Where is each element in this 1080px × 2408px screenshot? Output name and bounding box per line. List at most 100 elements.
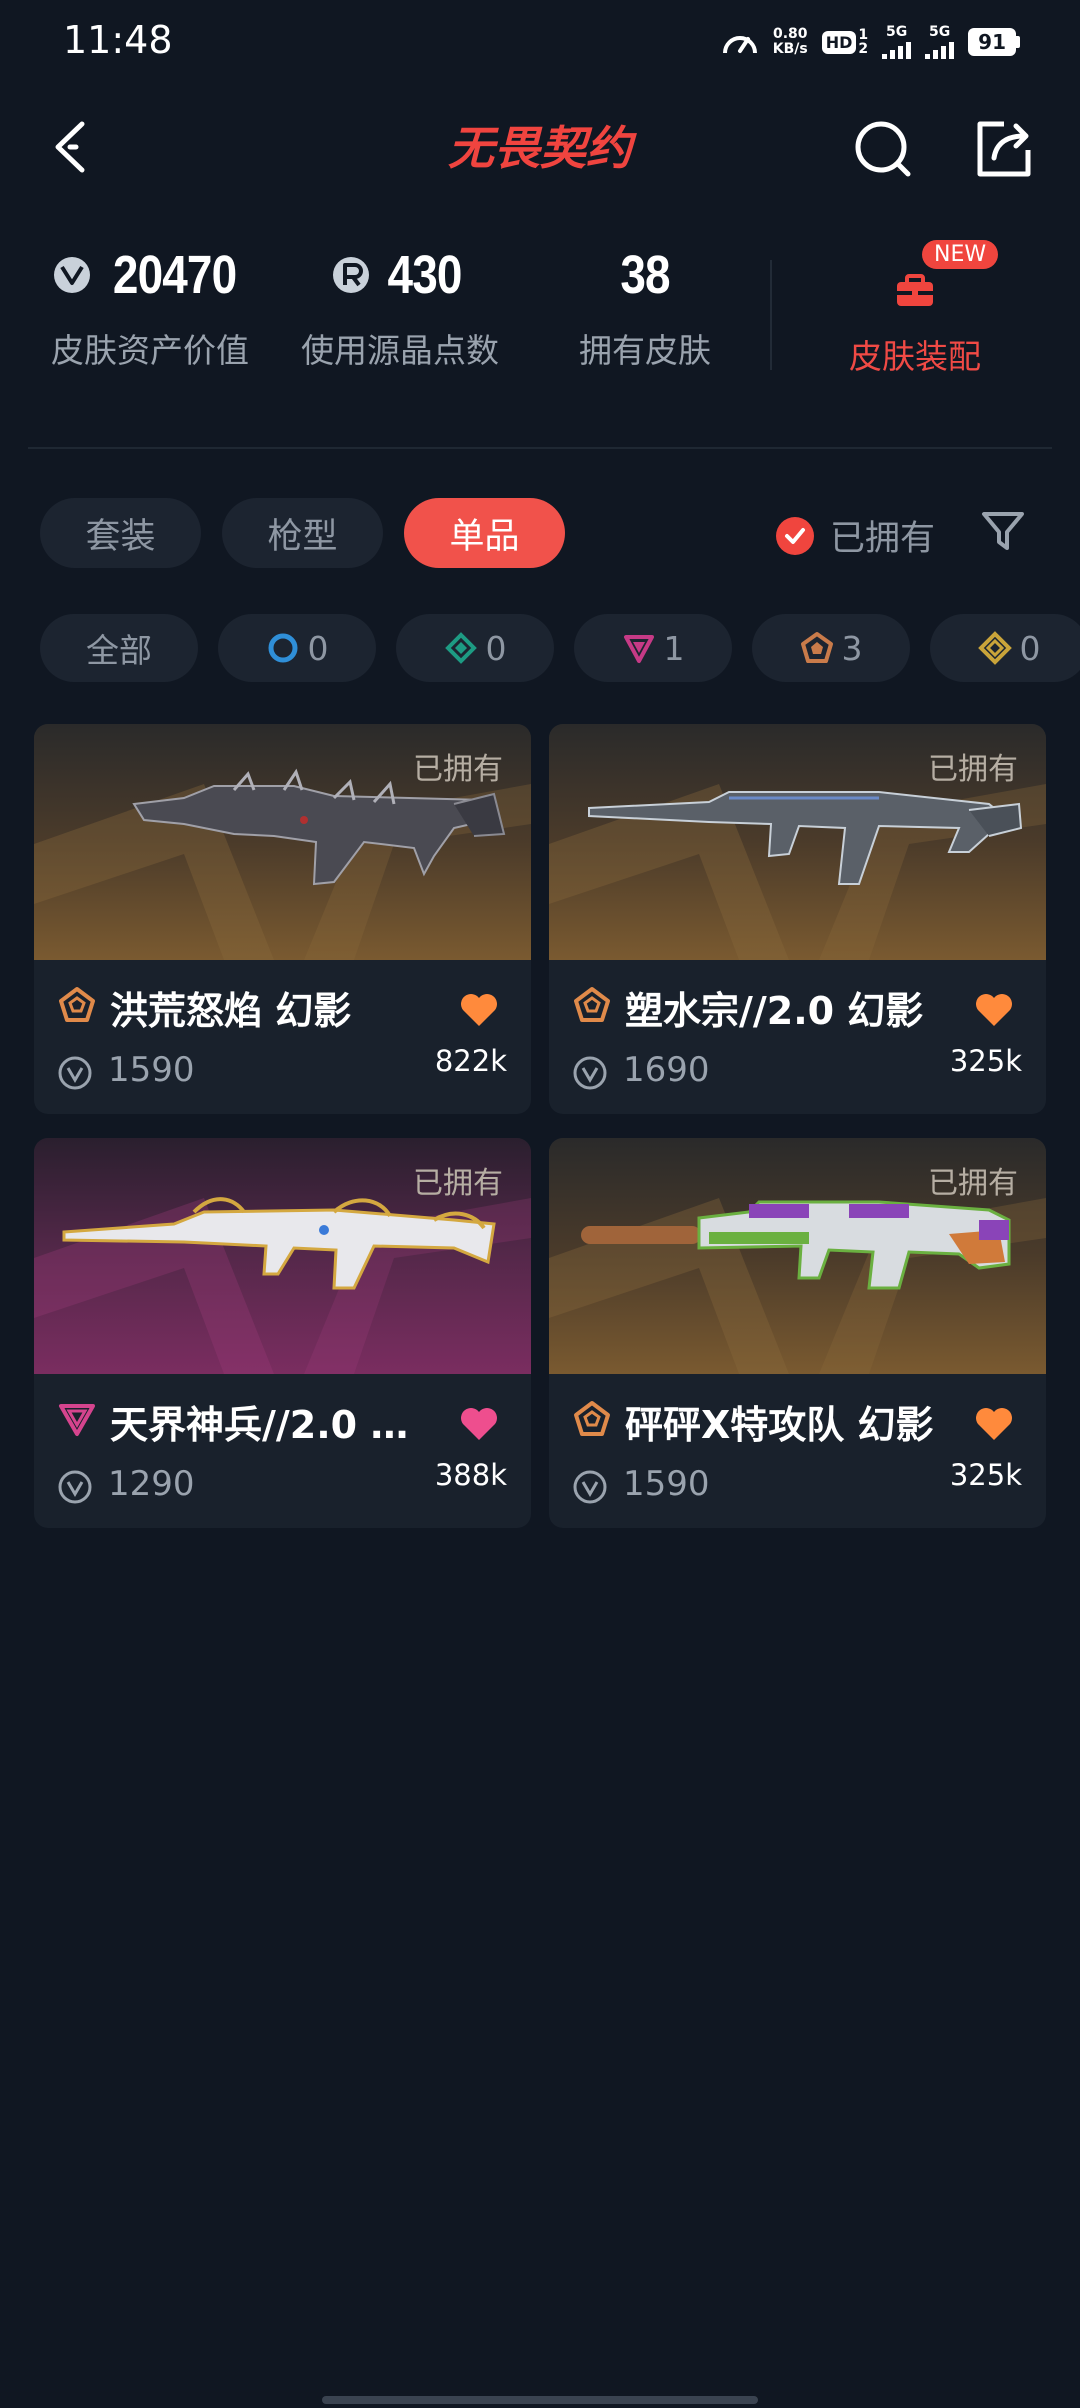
skin-image: 已拥有 — [549, 724, 1046, 960]
net-speed: 0.80 KB/s — [773, 27, 808, 57]
status-icons: 0.80 KB/s HD 1 2 5G 5G 91 — [721, 22, 1020, 62]
filter-icon[interactable] — [980, 508, 1026, 554]
likes-count: 325k — [949, 1458, 1022, 1492]
stat-label: 拥有皮肤 — [579, 331, 711, 370]
chip-all[interactable]: 全部 — [40, 614, 198, 682]
skin-name: 天界神兵//2.0 幻... — [110, 1403, 420, 1447]
net-speed-value: 0.80 — [772, 26, 808, 42]
category-tabs: 套装 枪型 单品 — [40, 498, 565, 568]
premium-tier-icon — [59, 1404, 95, 1436]
speedometer-icon — [722, 36, 757, 54]
card-info: 天界神兵//2.0 幻... 1290 388k — [34, 1374, 531, 1528]
home-indicator[interactable] — [322, 2396, 758, 2404]
stat-owned-skins: 38 拥有皮肤 — [540, 240, 750, 372]
chip-count: 1 — [663, 628, 685, 668]
signal-2-label: 5G — [929, 24, 951, 40]
rarity-chips: 全部 0 0 1 3 0 — [40, 614, 1080, 682]
likes-count: 325k — [949, 1044, 1022, 1078]
share-icon[interactable] — [968, 114, 1038, 184]
skin-name: 塑水宗//2.0 幻影 — [625, 989, 924, 1033]
chip-exclusive[interactable]: 3 — [752, 614, 910, 682]
card-info: 砰砰X特攻队 幻影 1590 325k — [549, 1374, 1046, 1528]
skin-config-button[interactable]: NEW 皮肤装配 — [800, 240, 1030, 378]
skin-card[interactable]: 已拥有 洪荒怒焰 幻影 1590 822k — [34, 724, 531, 1114]
check-icon — [776, 516, 814, 555]
signal-1-label: 5G — [886, 24, 908, 40]
search-icon[interactable] — [848, 114, 918, 184]
heart-icon[interactable] — [459, 1406, 499, 1442]
divider — [28, 447, 1052, 449]
likes-count: 388k — [434, 1458, 507, 1492]
owned-tag: 已拥有 — [928, 1166, 1018, 1201]
stat-skin-value: 20470 皮肤资产价值 — [40, 240, 260, 372]
skin-price: 1690 — [623, 1050, 710, 1090]
chip-select[interactable]: 0 — [218, 614, 376, 682]
skin-price: 1590 — [623, 1464, 710, 1504]
heart-icon[interactable] — [974, 992, 1014, 1028]
hd-badge: HD 1 2 — [821, 28, 868, 56]
premium-tier-icon — [623, 635, 654, 663]
battery-icon: 91 — [968, 28, 1020, 56]
heart-icon[interactable] — [459, 992, 499, 1028]
owned-tag: 已拥有 — [928, 752, 1018, 787]
skin-image: 已拥有 — [549, 1138, 1046, 1374]
status-bar: 11:48 0.80 KB/s HD 1 2 5G 5G 91 — [0, 0, 1080, 80]
signal-bars-icon — [925, 39, 955, 59]
chip-label: 全部 — [86, 631, 152, 670]
vp-icon — [573, 1470, 607, 1504]
skin-image: 已拥有 — [34, 1138, 531, 1374]
likes-count: 822k — [434, 1044, 507, 1078]
exclusive-tier-icon — [574, 1401, 610, 1436]
net-speed-unit: KB/s — [772, 41, 808, 57]
exclusive-tier-icon — [59, 987, 95, 1022]
radianite-icon — [333, 257, 370, 293]
vp-icon — [573, 1056, 607, 1090]
chip-count: 0 — [307, 628, 329, 668]
chip-count: 0 — [1019, 628, 1041, 668]
signal-1: 5G — [882, 24, 912, 59]
stat-value: 20470 — [113, 245, 237, 305]
owned-tag: 已拥有 — [413, 1166, 503, 1201]
skin-card[interactable]: 已拥有 砰砰X特攻队 幻影 1590 325k — [549, 1138, 1046, 1528]
tab-single-item[interactable]: 单品 — [404, 498, 565, 568]
skin-image: 已拥有 — [34, 724, 531, 960]
owned-tag: 已拥有 — [413, 752, 503, 787]
stat-value: 430 — [387, 245, 463, 305]
deluxe-tier-icon — [444, 632, 477, 664]
owned-filter-toggle[interactable]: 已拥有 — [776, 510, 935, 561]
stat-value: 38 — [620, 245, 670, 305]
skin-name: 砰砰X特攻队 幻影 — [625, 1403, 934, 1447]
skin-card[interactable]: 已拥有 塑水宗//2.0 幻影 1690 325k — [549, 724, 1046, 1114]
tab-bundle[interactable]: 套装 — [40, 498, 201, 568]
vp-icon — [58, 1056, 92, 1090]
heart-icon[interactable] — [974, 1406, 1014, 1442]
tab-weapon-type[interactable]: 枪型 — [222, 498, 383, 568]
hd-label: HD — [821, 30, 857, 54]
card-info: 塑水宗//2.0 幻影 1690 325k — [549, 960, 1046, 1114]
header: 无畏契约 — [0, 100, 1080, 200]
chip-ultra[interactable]: 0 — [930, 614, 1080, 682]
stat-label: 皮肤资产价值 — [51, 331, 249, 370]
skin-name: 洪荒怒焰 幻影 — [110, 989, 352, 1033]
vp-icon — [58, 1470, 92, 1504]
battery-level: 91 — [968, 28, 1016, 56]
card-info: 洪荒怒焰 幻影 1590 822k — [34, 960, 531, 1114]
chip-premium[interactable]: 1 — [574, 614, 732, 682]
chip-count: 3 — [841, 628, 863, 668]
chip-deluxe[interactable]: 0 — [396, 614, 554, 682]
chip-count: 0 — [485, 628, 507, 668]
toolbox-icon — [897, 274, 933, 306]
status-time: 11:48 — [63, 18, 173, 62]
stats-panel: 20470 皮肤资产价值 430 使用源晶点数 38 拥有皮肤 NEW 皮肤装配 — [0, 240, 1080, 400]
hd-sub-bottom: 2 — [858, 41, 869, 57]
signal-bars-icon — [882, 39, 912, 59]
stat-radianite: 430 使用源晶点数 — [290, 240, 510, 372]
stat-label: 使用源晶点数 — [301, 331, 499, 370]
skin-price: 1590 — [108, 1050, 195, 1090]
owned-filter-label: 已拥有 — [830, 519, 936, 559]
hd-sub: 1 2 — [858, 28, 868, 56]
skin-card[interactable]: 已拥有 天界神兵//2.0 幻... 1290 388k — [34, 1138, 531, 1528]
signal-2: 5G — [925, 24, 955, 59]
ultra-tier-icon — [977, 631, 1012, 665]
back-icon[interactable] — [40, 112, 110, 182]
